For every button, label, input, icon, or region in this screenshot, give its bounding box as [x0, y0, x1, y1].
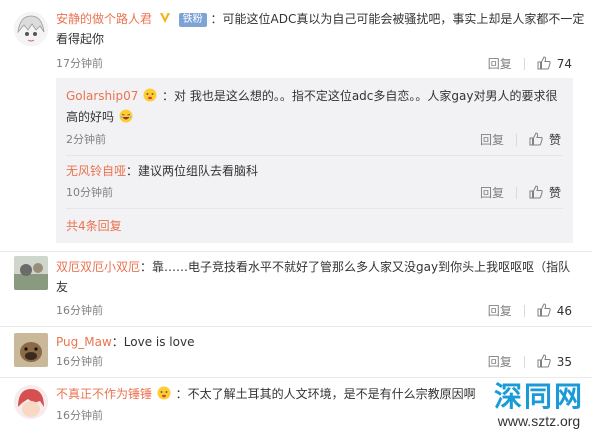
reply-button[interactable]: 回复: [488, 55, 512, 73]
timestamp: 17分钟前: [56, 57, 103, 70]
comment-text: ：靠……电子竞技看水平不就好了管那么多人家又没gay到你头上我呕呕呕（指队: [140, 260, 571, 274]
reply-button[interactable]: 回复: [488, 353, 512, 371]
username[interactable]: 无风铃自哑: [66, 164, 126, 178]
avatar[interactable]: [14, 256, 48, 290]
username[interactable]: 安静的做个路人君: [56, 12, 152, 26]
avatar[interactable]: [14, 385, 48, 419]
watermark: 深同网 www.sztz.org: [493, 380, 584, 430]
reply-text: ：对 我也是这么想的。。指不定这位adc多自恋。。人家gay对男人的要求很: [162, 89, 558, 103]
laughing-emoji-icon: [119, 109, 133, 123]
watermark-title: 深同网: [493, 380, 584, 413]
anime-avatar-icon: [14, 12, 48, 46]
timestamp: 16分钟前: [56, 355, 103, 368]
divider: [523, 305, 525, 317]
divider: [523, 356, 525, 368]
username[interactable]: 双厄双厄小双厄: [56, 260, 140, 274]
comment-text-continued: 友: [56, 280, 69, 294]
photo-avatar-icon: [14, 256, 48, 290]
timestamp: 16分钟前: [56, 304, 103, 317]
emoji-icon: [143, 88, 157, 102]
red-hair-avatar-icon: [14, 385, 48, 419]
reply-button[interactable]: 回复: [488, 302, 512, 320]
thumbs-up-icon[interactable]: [529, 185, 543, 199]
like-count: 35: [556, 355, 572, 369]
timestamp: 16分钟前: [56, 409, 103, 422]
username[interactable]: Pug_Maw: [56, 335, 112, 349]
comment-text: ：可能这位ADC真以为自己可能会被骚扰吧，事实上却是人家都不一定: [210, 12, 585, 26]
comment-text: ：Love is love: [111, 335, 195, 349]
like-button-label[interactable]: 赞: [549, 184, 561, 202]
timestamp: 2分钟前: [66, 133, 106, 146]
like-count: 46: [556, 304, 572, 318]
divider: [523, 58, 525, 70]
thumbs-up-icon[interactable]: [537, 354, 551, 368]
username[interactable]: Golarship07: [66, 89, 138, 103]
timestamp: 10分钟前: [66, 186, 113, 199]
divider: [515, 187, 517, 199]
thumbs-up-icon[interactable]: [529, 132, 543, 146]
divider: [0, 326, 592, 327]
avatar[interactable]: [14, 333, 48, 367]
divider: [66, 208, 563, 209]
thumbs-up-icon[interactable]: [537, 56, 551, 70]
avatar[interactable]: [14, 12, 48, 46]
divider: [0, 251, 592, 252]
like-count: 74: [556, 57, 572, 71]
verified-v-icon: [159, 13, 170, 23]
comment-text: ：不太了解土耳其的人文环境，是不是有什么宗教原因啊: [175, 387, 476, 401]
reply-button[interactable]: 回复: [480, 184, 504, 202]
divider: [0, 377, 592, 378]
dog-avatar-icon: [14, 333, 48, 367]
reply-text: ：建议两位组队去看脑科: [126, 164, 259, 178]
divider: [66, 155, 563, 156]
thumbs-up-icon[interactable]: [537, 303, 551, 317]
like-button-label[interactable]: 赞: [549, 131, 561, 149]
username[interactable]: 不真正不作为锤锤: [56, 387, 152, 401]
reply-thread: Golarship07 ：对 我也是这么想的。。指不定这位adc多自恋。。人家g…: [56, 78, 573, 243]
emoji-icon: [157, 386, 171, 400]
fan-badge[interactable]: 铁粉: [178, 13, 207, 27]
more-replies-link[interactable]: 共4条回复: [66, 217, 122, 235]
watermark-url: www.sztz.org: [497, 413, 581, 429]
reply-text-continued: 高的好吗: [66, 110, 115, 124]
divider: [515, 134, 517, 146]
reply-button[interactable]: 回复: [480, 131, 504, 149]
comment-text-continued: 看得起你: [56, 32, 105, 46]
